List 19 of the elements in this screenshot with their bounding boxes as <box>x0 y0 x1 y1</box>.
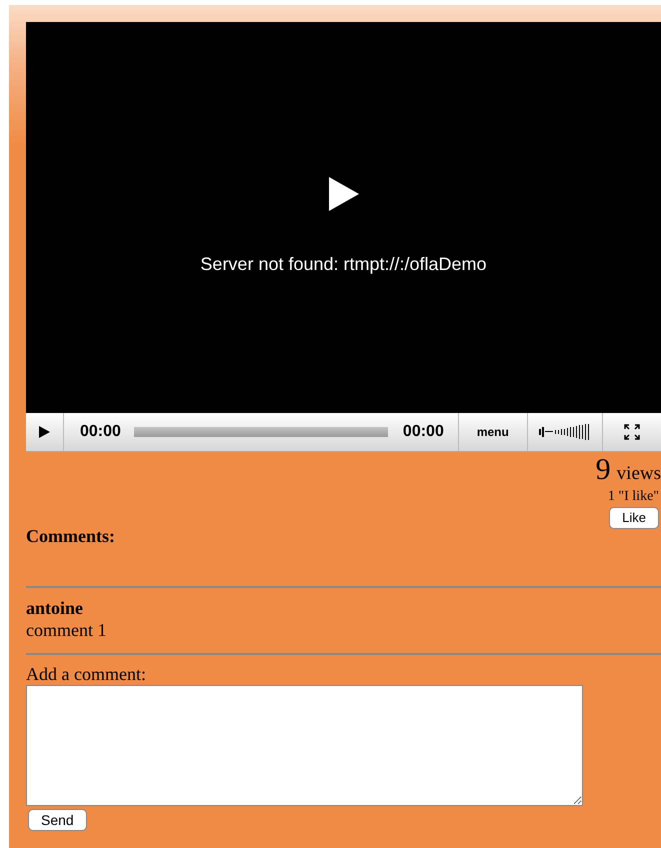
comment-field[interactable] <box>26 684 583 806</box>
likes-count: 1 "I like" <box>608 488 659 504</box>
form-label: Add a comment: <box>26 662 147 684</box>
like-button[interactable]: Like <box>609 506 659 528</box>
play-icon[interactable] <box>328 177 358 211</box>
send-button[interactable]: Send <box>28 808 87 830</box>
volume-icon <box>538 424 591 440</box>
comment-text: comment 1 <box>26 618 108 640</box>
views-label: views <box>616 462 661 486</box>
fullscreen-icon <box>624 424 640 440</box>
comment-author: antoine <box>26 596 84 618</box>
views-count: 9 <box>596 454 611 486</box>
duration-time: 00:00 <box>402 422 444 442</box>
comments-heading: Comments: <box>26 524 116 548</box>
menu-button[interactable]: menu <box>458 413 528 451</box>
play-icon <box>39 426 50 438</box>
progress-track[interactable] <box>134 427 388 437</box>
elapsed-time: 00:00 <box>80 422 121 442</box>
error-message: Server not found: rtmpt://:/oflaDemo <box>200 253 487 276</box>
